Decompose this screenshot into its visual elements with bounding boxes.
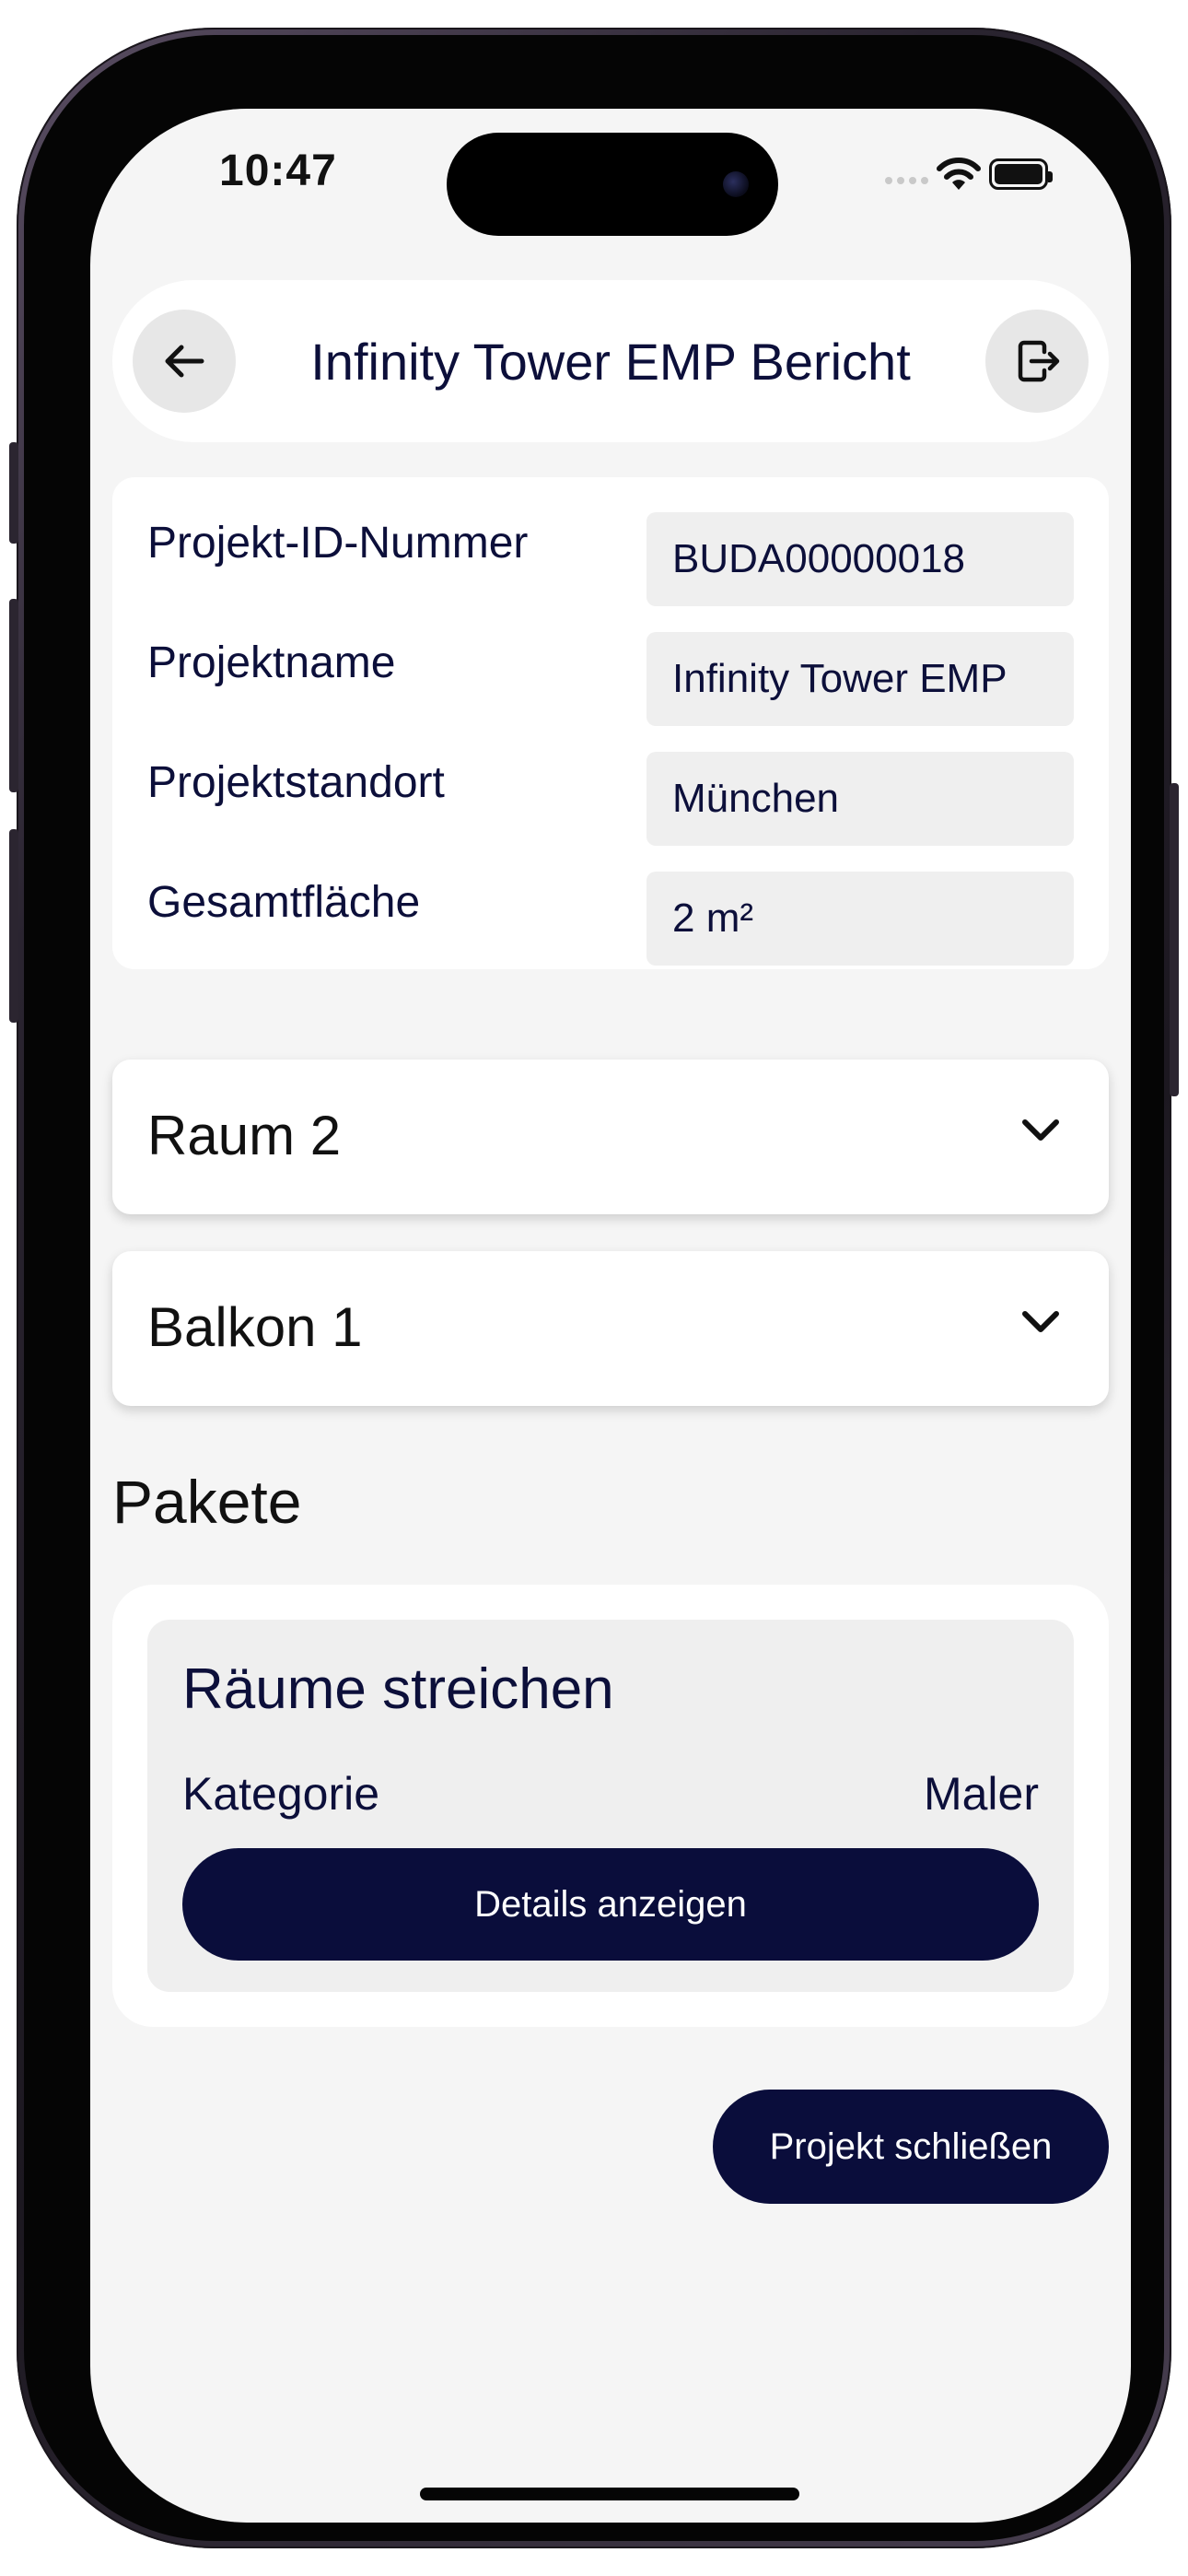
export-button[interactable] <box>985 310 1089 413</box>
chevron-down-icon <box>1022 1119 1059 1141</box>
project-location-label: Projektstandort <box>147 758 445 807</box>
project-location-row: Projektstandort München <box>147 752 1074 848</box>
volume-down-button <box>9 829 18 1023</box>
close-project-button[interactable]: Projekt schließen <box>713 2090 1109 2204</box>
details-button[interactable]: Details anzeigen <box>182 1848 1039 1961</box>
status-time: 10:47 <box>219 146 337 195</box>
project-name-label: Projektname <box>147 638 396 687</box>
document-export-icon <box>1018 340 1060 382</box>
project-name-row: Projektname Infinity Tower EMP <box>147 632 1074 728</box>
accordion-label: Balkon 1 <box>147 1296 363 1358</box>
accordion-balkon-1[interactable]: Balkon 1 <box>112 1251 1109 1406</box>
power-button <box>1170 783 1179 1096</box>
total-area-label: Gesamtfläche <box>147 878 421 927</box>
back-button[interactable] <box>133 310 236 413</box>
dynamic-island <box>447 133 778 236</box>
volume-up-button <box>9 599 18 792</box>
packages-heading: Pakete <box>112 1468 302 1536</box>
app-screen: 10:47 Infinity Tower EMP Bericht Projekt… <box>90 109 1131 2523</box>
front-camera <box>723 171 749 197</box>
cellular-signal-icon <box>885 177 928 184</box>
package-item: Räume streichen Kategorie Maler Details … <box>147 1620 1074 1992</box>
arrow-left-icon <box>165 345 204 378</box>
project-location-field[interactable]: München <box>646 752 1074 846</box>
home-indicator[interactable] <box>420 2488 799 2500</box>
action-button <box>9 442 18 544</box>
package-title: Räume streichen <box>182 1657 614 1721</box>
device-frame: 10:47 Infinity Tower EMP Bericht Projekt… <box>9 28 1179 2548</box>
battery-icon <box>989 158 1053 190</box>
category-label: Kategorie <box>182 1768 380 1820</box>
package-card: Räume streichen Kategorie Maler Details … <box>112 1585 1109 2027</box>
total-area-row: Gesamtfläche 2 m² <box>147 872 1074 967</box>
category-value: Maler <box>923 1768 1039 1820</box>
project-id-field[interactable]: BUDA00000018 <box>646 512 1074 606</box>
total-area-field[interactable]: 2 m² <box>646 872 1074 966</box>
page-title: Infinity Tower EMP Bericht <box>310 333 911 391</box>
project-id-row: Projekt-ID-Nummer BUDA00000018 <box>147 512 1074 608</box>
chevron-down-icon <box>1022 1311 1059 1332</box>
status-icons <box>809 157 1053 193</box>
project-name-field[interactable]: Infinity Tower EMP <box>646 632 1074 726</box>
accordion-raum-2[interactable]: Raum 2 <box>112 1060 1109 1214</box>
top-app-bar: Infinity Tower EMP Bericht <box>112 280 1109 442</box>
project-id-label: Projekt-ID-Nummer <box>147 519 529 568</box>
project-info-card: Projekt-ID-Nummer BUDA00000018 Projektna… <box>112 477 1109 969</box>
accordion-label: Raum 2 <box>147 1105 342 1166</box>
wifi-icon <box>937 158 981 190</box>
